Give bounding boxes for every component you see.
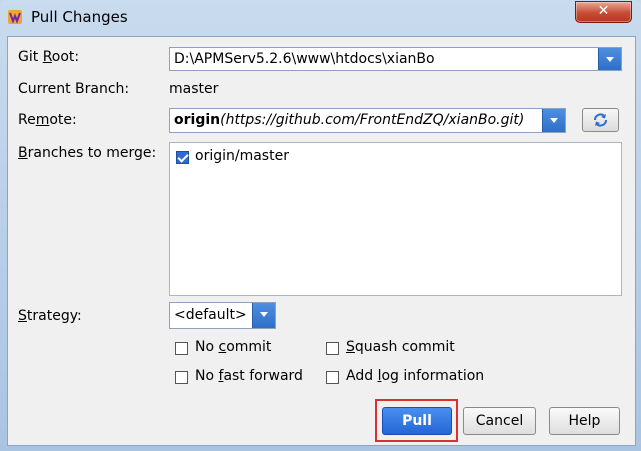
git-root-label: Git Root: xyxy=(18,49,80,65)
pull-button[interactable]: Pull xyxy=(382,407,452,435)
squash-commit-checkbox[interactable] xyxy=(326,342,339,355)
branch-label: origin/master xyxy=(195,148,289,164)
strategy-label: Strategy: xyxy=(18,308,82,324)
branch-checkbox[interactable] xyxy=(176,151,189,164)
squash-commit-label: Squash commit xyxy=(346,339,455,355)
help-button[interactable]: Help xyxy=(549,407,620,435)
remote-url: (https://github.com/FrontEndZQ/xianBo.gi… xyxy=(220,112,525,128)
remote-select[interactable]: origin(https://github.com/FrontEndZQ/xia… xyxy=(169,108,566,133)
pull-changes-dialog: Pull Changes ✕ Git Root: D:\APMServ5.2.6… xyxy=(0,0,641,451)
cancel-button[interactable]: Cancel xyxy=(463,407,536,435)
dialog-body: Git Root: D:\APMServ5.2.6\www\htdocs\xia… xyxy=(7,36,636,446)
current-branch-value: master xyxy=(169,81,219,97)
git-root-value: D:\APMServ5.2.6\www\htdocs\xianBo xyxy=(174,51,435,67)
chevron-down-icon xyxy=(598,48,621,70)
window-title: Pull Changes xyxy=(31,8,128,26)
strategy-value: <default> xyxy=(174,307,247,323)
add-log-label: Add log information xyxy=(346,368,485,384)
add-log-checkbox[interactable] xyxy=(326,371,339,384)
strategy-select[interactable]: <default> xyxy=(169,302,276,329)
current-branch-label: Current Branch: xyxy=(18,81,130,97)
remote-value: origin(https://github.com/FrontEndZQ/xia… xyxy=(174,112,539,128)
no-commit-label: No commit xyxy=(195,339,272,355)
list-item[interactable]: origin/master xyxy=(175,148,375,166)
refresh-icon xyxy=(593,113,608,127)
chevron-down-icon xyxy=(542,109,565,132)
remote-label: Remote: xyxy=(18,112,77,128)
no-commit-checkbox[interactable] xyxy=(175,342,188,355)
close-button[interactable]: ✕ xyxy=(575,1,632,23)
no-fast-forward-label: No fast forward xyxy=(195,368,303,384)
refresh-remote-button[interactable] xyxy=(582,108,619,132)
app-logo-icon xyxy=(8,10,22,24)
branches-label: Branches to merge: xyxy=(18,145,157,161)
git-root-select[interactable]: D:\APMServ5.2.6\www\htdocs\xianBo xyxy=(169,47,622,71)
remote-name: origin xyxy=(174,112,221,128)
chevron-down-icon xyxy=(252,303,275,328)
title-bar[interactable]: Pull Changes ✕ xyxy=(0,0,641,36)
close-icon: ✕ xyxy=(597,3,610,19)
branches-list[interactable]: origin/master xyxy=(169,142,622,296)
no-fast-forward-checkbox[interactable] xyxy=(175,371,188,384)
